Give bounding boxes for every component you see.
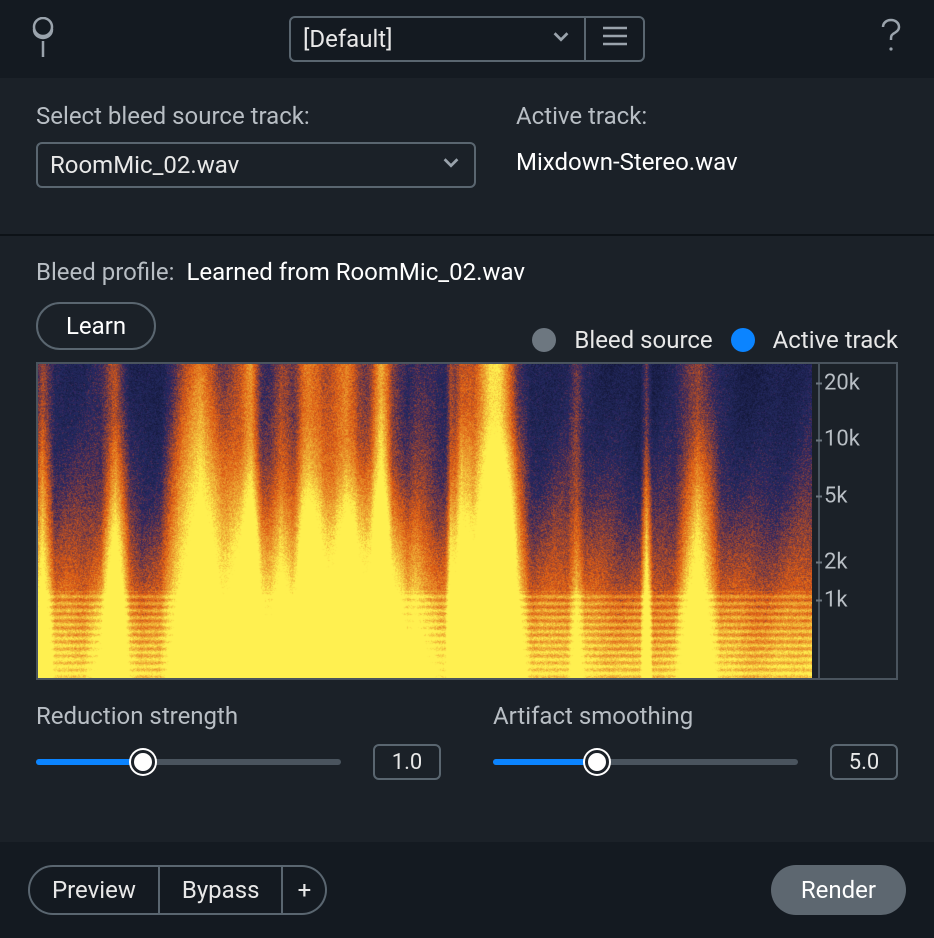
active-track-swatch [731,328,755,352]
bleed-profile-value: Learned from RoomMic_02.wav [186,258,524,286]
bleed-profile-label: Bleed profile: [36,258,174,286]
menu-button[interactable] [585,16,645,62]
active-track-label: Active track: [516,102,738,130]
artifact-smoothing-value[interactable]: 5.0 [830,744,898,780]
compare-add-button[interactable]: + [283,865,327,915]
plus-icon: + [298,876,312,904]
mic-icon [28,17,58,61]
action-footer: Preview Bypass + Render [0,842,934,938]
preset-select[interactable]: [Default] [289,16,585,62]
source-track-label: Select bleed source track: [36,102,476,130]
source-track-select[interactable]: RoomMic_02.wav [36,142,476,188]
reduction-strength-slider[interactable] [36,759,341,765]
source-track-value: RoomMic_02.wav [50,151,239,179]
freq-tick: 2k [824,549,848,574]
preset-value: [Default] [303,25,393,53]
preview-button-label: Preview [52,876,136,904]
spectrogram-canvas [38,364,812,678]
menu-icon [601,25,629,53]
active-track-legend-label: Active track [773,326,898,354]
bypass-button[interactable]: Bypass [160,865,284,915]
bleed-profile-section: Bleed profile: Learned from RoomMic_02.w… [0,236,934,820]
bypass-button-label: Bypass [182,876,260,904]
preview-button-group: Preview Bypass + [28,865,327,915]
freq-tick: 1k [824,587,848,612]
reduction-strength-label: Reduction strength [36,702,441,730]
preview-button[interactable]: Preview [28,865,160,915]
track-selection-section: Select bleed source track: RoomMic_02.wa… [0,78,934,234]
freq-tick: 20k [824,370,860,395]
render-button[interactable]: Render [771,865,906,915]
help-icon[interactable] [876,16,906,62]
learn-button[interactable]: Learn [36,302,156,350]
artifact-smoothing-label: Artifact smoothing [493,702,898,730]
app-header: [Default] [0,0,934,78]
active-track-value: Mixdown-Stereo.wav [516,142,738,176]
freq-tick: 5k [824,483,848,508]
bleed-source-swatch [532,328,556,352]
render-button-label: Render [801,876,876,904]
artifact-smoothing-slider[interactable] [493,759,798,765]
chevron-down-icon [550,25,572,53]
reduction-strength-value[interactable]: 1.0 [373,744,441,780]
freq-tick: 10k [824,427,860,452]
spectrogram-display: 20k 10k 5k 2k 1k [36,362,898,680]
frequency-axis: 20k 10k 5k 2k 1k [818,364,896,678]
bleed-source-legend-label: Bleed source [574,326,712,354]
learn-button-label: Learn [66,312,126,340]
chevron-down-icon [440,151,462,179]
spectrogram-legend: Bleed source Active track [532,326,898,354]
